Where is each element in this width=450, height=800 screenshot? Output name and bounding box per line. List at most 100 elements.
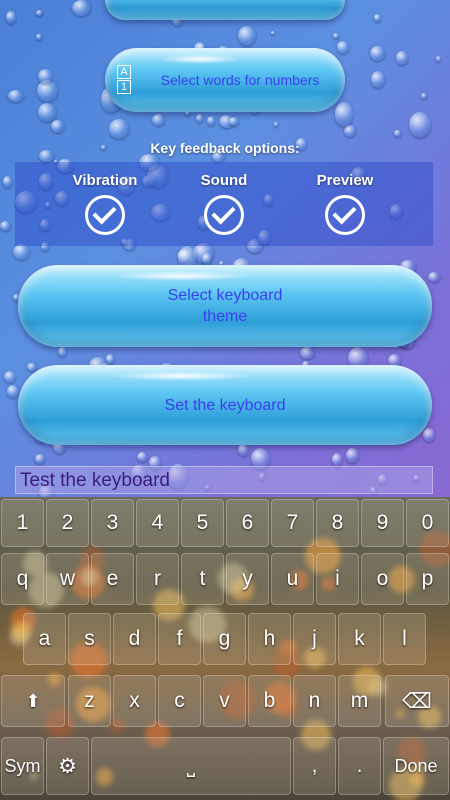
key-l[interactable]: l <box>383 613 426 665</box>
rain-drop <box>3 176 12 188</box>
key-9[interactable]: 9 <box>361 499 404 547</box>
shift-icon[interactable]: ⬆ <box>1 675 65 727</box>
space-key[interactable]: ⎵ <box>91 737 291 795</box>
test-keyboard-text: Test the keyboard <box>20 470 170 491</box>
backspace-icon[interactable]: ⌫ <box>385 675 449 727</box>
done-key[interactable]: Done <box>383 737 449 795</box>
select-keyboard-theme-button[interactable]: Select keyboard theme <box>18 265 432 347</box>
rain-drop <box>50 119 64 134</box>
sound-option[interactable]: Sound <box>169 172 279 235</box>
key-u[interactable]: u <box>271 553 314 605</box>
rain-drop <box>26 363 37 372</box>
rain-drop <box>409 112 431 138</box>
rain-drop <box>396 51 409 65</box>
key-2[interactable]: 2 <box>46 499 89 547</box>
period-key[interactable]: . <box>338 737 381 795</box>
rain-drop <box>422 428 435 442</box>
key-j[interactable]: j <box>293 613 336 665</box>
rain-drop <box>72 0 91 17</box>
key-d[interactable]: d <box>113 613 156 665</box>
key-s[interactable]: s <box>68 613 111 665</box>
key-0[interactable]: 0 <box>406 499 449 547</box>
key-4[interactable]: 4 <box>136 499 179 547</box>
key-w[interactable]: w <box>46 553 89 605</box>
key-o[interactable]: o <box>361 553 404 605</box>
rain-drop <box>428 271 440 282</box>
key-k[interactable]: k <box>338 613 381 665</box>
key-b[interactable]: b <box>248 675 291 727</box>
top-partial-button[interactable] <box>105 0 345 20</box>
gear-icon[interactable]: ⚙ <box>46 737 89 795</box>
key-6[interactable]: 6 <box>226 499 269 547</box>
feedback-options-panel: Vibration Sound Preview <box>15 162 433 246</box>
rain-drop <box>202 253 213 265</box>
key-c[interactable]: c <box>158 675 201 727</box>
key-f[interactable]: f <box>158 613 201 665</box>
comma-key[interactable]: , <box>293 737 336 795</box>
set-button-label: Set the keyboard <box>164 396 286 414</box>
rain-drop <box>35 10 44 17</box>
rain-drop <box>334 102 354 127</box>
select-words-for-numbers-button[interactable]: A 1 Select words for numbers <box>105 48 345 112</box>
key-t[interactable]: t <box>181 553 224 605</box>
rain-drop <box>346 448 360 464</box>
key-5[interactable]: 5 <box>181 499 224 547</box>
key-i[interactable]: i <box>316 553 359 605</box>
check-circle-icon[interactable] <box>325 195 365 235</box>
rain-drop <box>151 113 166 127</box>
rain-drop <box>273 121 279 127</box>
rain-drop <box>370 46 386 62</box>
key-7[interactable]: 7 <box>271 499 314 547</box>
keyboard: 1 2 3 4 5 6 7 8 9 0 q w e r t y u i o p a s d f g h j k l ⬆ z x c v b n m ⌫ Sy… <box>0 497 450 800</box>
key-v[interactable]: v <box>203 675 246 727</box>
key-q[interactable]: q <box>1 553 44 605</box>
theme-button-label: Select keyboard theme <box>167 287 283 325</box>
key-x[interactable]: x <box>113 675 156 727</box>
key-n[interactable]: n <box>293 675 336 727</box>
key-p[interactable]: p <box>406 553 449 605</box>
key-m[interactable]: m <box>338 675 381 727</box>
rain-drop <box>196 113 204 124</box>
check-circle-icon[interactable] <box>85 195 125 235</box>
test-keyboard-input[interactable]: Test the keyboard <box>15 466 433 494</box>
rain-drop <box>207 115 216 126</box>
rain-drop <box>0 220 12 232</box>
rain-drop <box>333 32 339 39</box>
preview-option[interactable]: Preview <box>290 172 400 235</box>
numbers-button-label: Select words for numbers <box>160 71 320 88</box>
vibration-option[interactable]: Vibration <box>50 172 160 235</box>
key-g[interactable]: g <box>203 613 246 665</box>
rain-drop <box>7 89 24 103</box>
rain-drop <box>35 453 46 464</box>
rain-drop <box>228 116 240 127</box>
key-r[interactable]: r <box>136 553 179 605</box>
rain-drop <box>394 129 401 138</box>
key-a[interactable]: a <box>23 613 66 665</box>
rain-drop <box>58 347 67 358</box>
rain-drop <box>105 353 114 365</box>
rain-drop <box>7 385 20 399</box>
rain-drop <box>137 452 149 463</box>
key-e[interactable]: e <box>91 553 134 605</box>
rain-drop <box>331 453 343 467</box>
vibration-label: Vibration <box>72 172 138 189</box>
key-z[interactable]: z <box>68 675 111 727</box>
rain-drop <box>237 25 257 47</box>
rain-drop <box>420 92 427 99</box>
rain-drop <box>436 56 441 62</box>
feedback-title: Key feedback options: <box>150 140 300 156</box>
rain-drop <box>336 40 349 55</box>
rain-drop <box>270 30 276 35</box>
rain-drop <box>371 71 385 88</box>
rain-drop <box>3 370 17 384</box>
key-3[interactable]: 3 <box>91 499 134 547</box>
rain-drop <box>374 14 381 22</box>
set-the-keyboard-button[interactable]: Set the keyboard <box>18 365 432 445</box>
key-h[interactable]: h <box>248 613 291 665</box>
key-8[interactable]: 8 <box>316 499 359 547</box>
key-y[interactable]: y <box>226 553 269 605</box>
check-circle-icon[interactable] <box>204 195 244 235</box>
key-1[interactable]: 1 <box>1 499 44 547</box>
sym-key[interactable]: Sym <box>1 737 44 795</box>
sound-label: Sound <box>200 172 248 189</box>
